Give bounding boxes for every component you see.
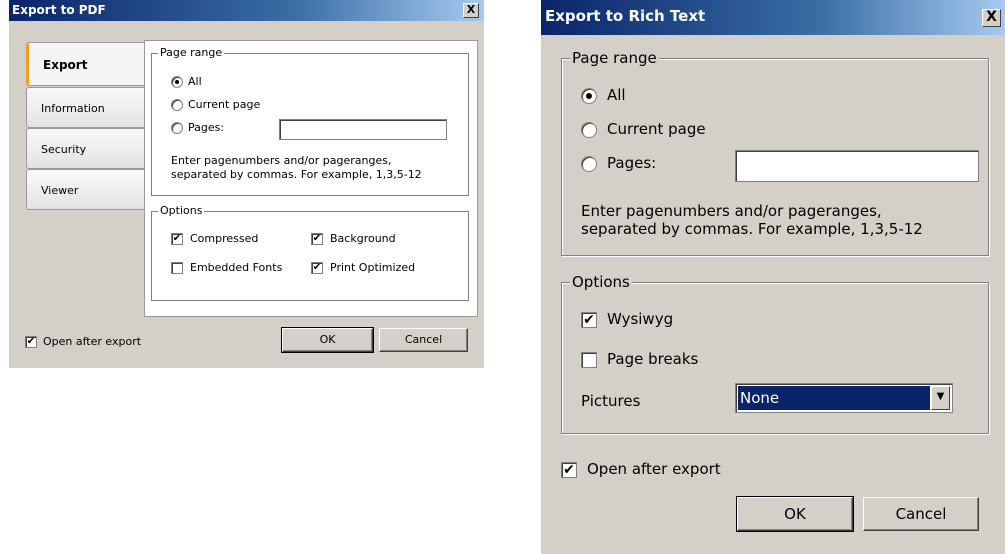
pdf-options-legend: Options xyxy=(158,204,205,217)
tab-information-label: Information xyxy=(41,102,105,115)
pdf-dialog-title: Export to PDF xyxy=(12,3,106,17)
rtf-pictures-select[interactable]: None ▼ xyxy=(735,383,953,413)
pdf-pages-hint-line2: separated by commas. For example, 1,3,5-… xyxy=(171,168,422,181)
rtf-page-breaks-label: Page breaks xyxy=(607,350,699,368)
pdf-close-icon[interactable]: X xyxy=(463,3,479,18)
pdf-options-group xyxy=(151,211,469,301)
rtf-pictures-value: None xyxy=(738,386,930,410)
pdf-radio-pages-label: Pages: xyxy=(188,121,225,134)
rtf-open-after-export-label: Open after export xyxy=(587,460,721,478)
rtf-radio-current-page[interactable] xyxy=(581,122,597,138)
pdf-open-after-export-label: Open after export xyxy=(43,335,142,348)
rtf-ok-button[interactable]: OK xyxy=(736,496,854,532)
pdf-open-after-export-checkbox[interactable]: ✔ xyxy=(25,336,37,348)
tab-information[interactable]: Information xyxy=(26,87,145,128)
rtf-pictures-label: Pictures xyxy=(581,392,641,410)
export-pdf-dialog: Export to PDF X Export Information Secur… xyxy=(9,0,484,368)
pdf-background-checkbox[interactable]: ✔ xyxy=(311,233,323,245)
pdf-compressed-label: Compressed xyxy=(190,232,259,245)
tab-security-label: Security xyxy=(41,143,87,156)
pdf-radio-current-page[interactable] xyxy=(171,99,183,111)
pdf-embedded-fonts-label: Embedded Fonts xyxy=(190,261,283,274)
rtf-title-bar[interactable]: Export to Rich Text X xyxy=(541,0,1005,35)
tab-viewer[interactable]: Viewer xyxy=(26,169,145,210)
tab-export[interactable]: Export xyxy=(26,42,146,86)
pdf-radio-all[interactable] xyxy=(171,76,183,88)
rtf-wysiwyg-label: Wysiwyg xyxy=(607,310,674,328)
pdf-page-range-legend: Page range xyxy=(158,46,225,59)
pdf-print-optimized-label: Print Optimized xyxy=(330,261,416,274)
pdf-pages-input[interactable] xyxy=(279,119,447,140)
pdf-radio-all-label: All xyxy=(188,75,202,88)
pdf-radio-current-page-label: Current page xyxy=(188,98,261,111)
tab-viewer-label: Viewer xyxy=(41,184,79,197)
rtf-radio-all-label: All xyxy=(607,86,626,104)
pdf-background-label: Background xyxy=(330,232,396,245)
rtf-radio-pages-label: Pages: xyxy=(607,154,657,172)
rtf-radio-all[interactable] xyxy=(581,88,597,104)
export-rich-text-dialog: Export to Rich Text X Page range All Cur… xyxy=(541,0,1005,554)
chevron-down-icon[interactable]: ▼ xyxy=(931,386,950,410)
pdf-ok-button[interactable]: OK xyxy=(281,327,374,353)
rtf-pages-input[interactable] xyxy=(735,150,979,182)
tab-security[interactable]: Security xyxy=(26,128,145,169)
pdf-radio-pages[interactable] xyxy=(171,122,183,134)
pdf-print-optimized-checkbox[interactable]: ✔ xyxy=(311,262,323,274)
rtf-radio-current-page-label: Current page xyxy=(607,120,706,138)
rtf-pages-hint-line1: Enter pagenumbers and/or pageranges, xyxy=(581,202,882,220)
rtf-options-legend: Options xyxy=(570,273,632,291)
pdf-embedded-fonts-checkbox[interactable] xyxy=(171,262,183,274)
rtf-dialog-title: Export to Rich Text xyxy=(545,7,706,25)
pdf-title-bar[interactable]: Export to PDF X xyxy=(9,0,484,21)
pdf-cancel-button[interactable]: Cancel xyxy=(379,328,468,352)
tab-export-label: Export xyxy=(43,58,88,72)
rtf-open-after-export-checkbox[interactable]: ✔ xyxy=(561,462,577,478)
pdf-pages-hint-line1: Enter pagenumbers and/or pageranges, xyxy=(171,154,392,167)
rtf-pages-hint-line2: separated by commas. For example, 1,3,5-… xyxy=(581,220,923,238)
rtf-page-range-legend: Page range xyxy=(570,49,659,67)
rtf-radio-pages[interactable] xyxy=(581,156,597,172)
pdf-export-panel: Page range All Current page Pages: Enter… xyxy=(144,40,478,317)
rtf-page-breaks-checkbox[interactable] xyxy=(581,352,597,368)
rtf-wysiwyg-checkbox[interactable]: ✔ xyxy=(581,312,597,328)
rtf-cancel-button[interactable]: Cancel xyxy=(863,497,979,531)
pdf-compressed-checkbox[interactable]: ✔ xyxy=(171,233,183,245)
rtf-close-icon[interactable]: X xyxy=(982,9,1001,27)
